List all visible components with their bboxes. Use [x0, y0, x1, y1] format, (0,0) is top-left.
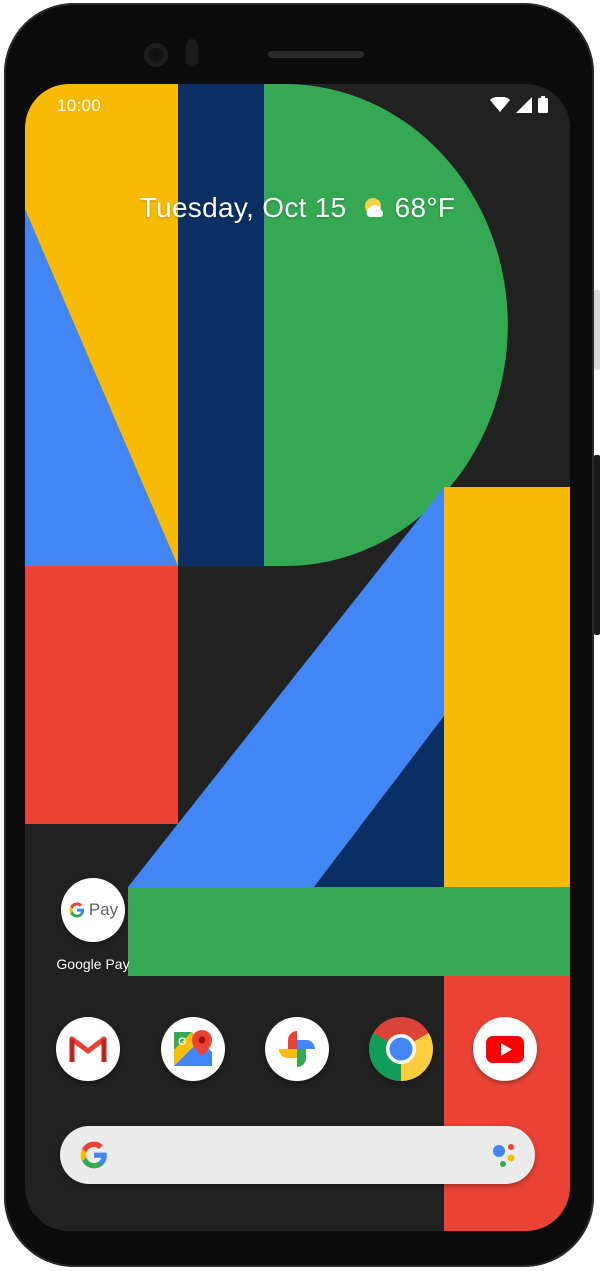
google-pay-icon: Pay: [61, 878, 125, 942]
dock-gmail[interactable]: [49, 1017, 127, 1081]
earpiece: [268, 51, 364, 58]
power-button[interactable]: [594, 290, 600, 370]
temperature-text: 68°F: [394, 192, 456, 223]
google-g-icon[interactable]: [78, 1139, 110, 1171]
photos-icon: [265, 1017, 329, 1081]
front-camera: [144, 43, 168, 67]
google-search-bar[interactable]: [60, 1126, 535, 1184]
google-g-small-icon: [69, 902, 85, 918]
signal-icon: [516, 96, 532, 113]
dock-chrome[interactable]: [362, 1017, 440, 1081]
volume-rocker[interactable]: [594, 455, 600, 635]
app-label: Google Pay: [56, 956, 130, 972]
youtube-icon: [473, 1017, 537, 1081]
dock-photos[interactable]: [258, 1017, 336, 1081]
wifi-icon: [490, 96, 510, 112]
status-time: 10:00: [57, 96, 102, 115]
assistant-icon[interactable]: [489, 1140, 519, 1170]
dock-maps[interactable]: G: [154, 1017, 232, 1081]
face-sensor: [186, 39, 198, 67]
pay-wordmark: Pay: [88, 900, 119, 919]
home-screen: 10:00 Tuesday, Oct 15 68°F Pay Google Pa…: [25, 84, 570, 1231]
status-bar: 10:00: [25, 84, 570, 130]
gmail-icon: [56, 1017, 120, 1081]
app-google-pay[interactable]: Pay Google Pay: [54, 878, 132, 972]
at-a-glance[interactable]: Tuesday, Oct 15 68°F: [25, 192, 570, 224]
maps-icon: G: [161, 1017, 225, 1081]
chrome-icon: [369, 1017, 433, 1081]
date-text: Tuesday, Oct 15: [139, 192, 347, 223]
battery-icon: [538, 96, 548, 113]
svg-text:G: G: [178, 1036, 187, 1048]
dock-youtube[interactable]: [466, 1017, 544, 1081]
partly-sunny-icon: [364, 198, 383, 217]
